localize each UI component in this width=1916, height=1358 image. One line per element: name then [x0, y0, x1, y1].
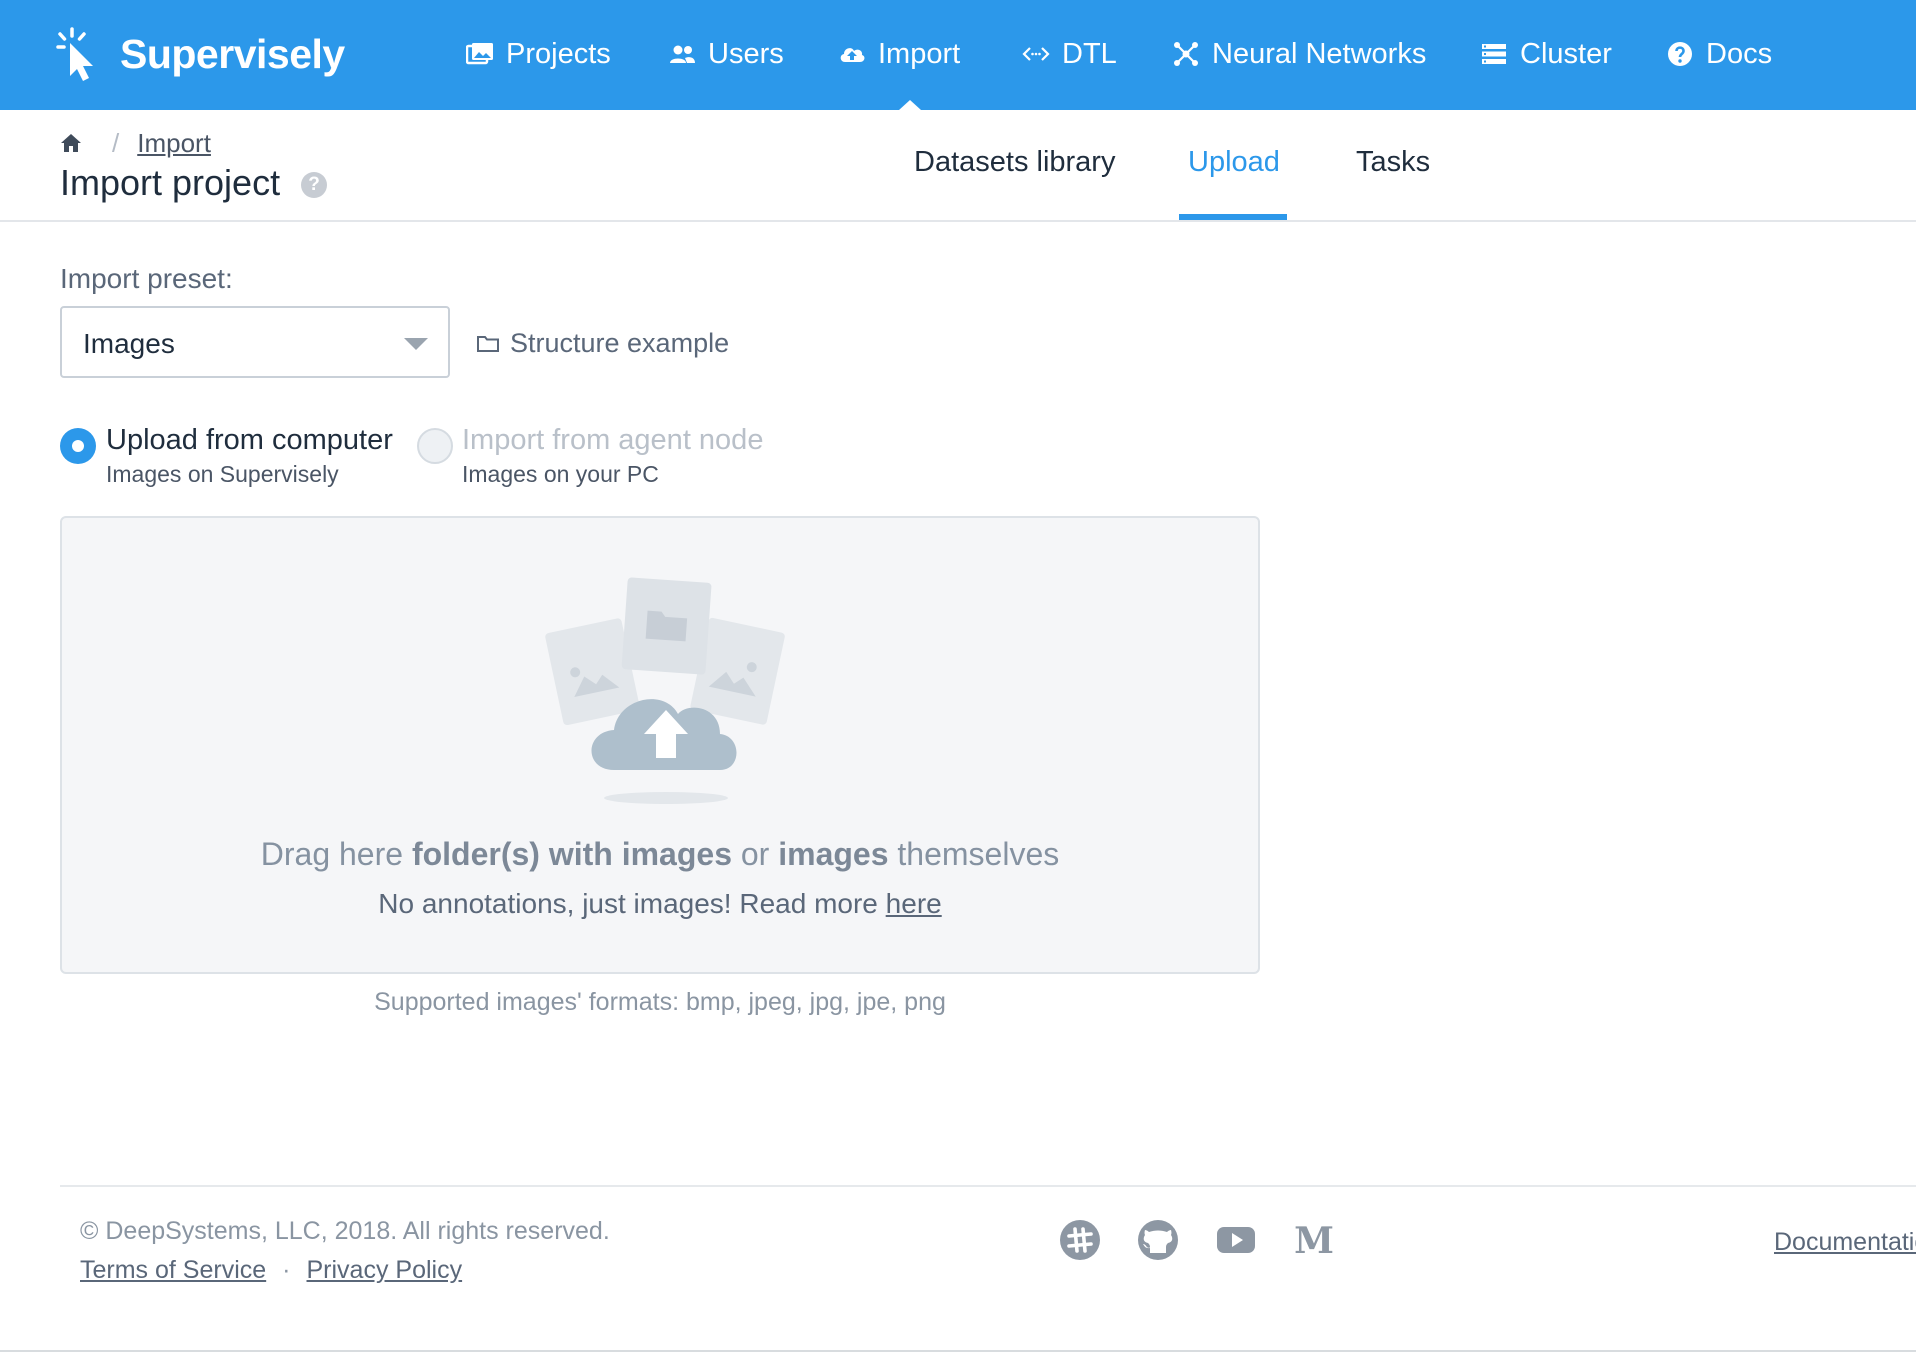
structure-example-link[interactable]: Structure example [476, 328, 729, 359]
svg-text:M: M [1294, 1220, 1334, 1262]
nav-projects[interactable]: Projects [466, 30, 611, 78]
terms-of-service-link[interactable]: Terms of Service [80, 1256, 266, 1285]
network-icon [1174, 42, 1198, 66]
supported-formats-text: Supported images' formats: bmp, jpeg, jp… [374, 988, 946, 1016]
nav-projects-label: Projects [506, 37, 611, 70]
cursor-burst-logo-icon [56, 27, 93, 81]
nav-neural-networks[interactable]: Neural Networks [1172, 30, 1426, 78]
nav-users-label: Users [708, 37, 784, 70]
nav-active-indicator [899, 100, 921, 110]
cloud-upload-icon [840, 48, 865, 62]
dropzone-instructions: Drag here folder(s) with images or image… [260, 836, 1060, 872]
nav-users[interactable]: Users [668, 30, 784, 78]
cloud-upload-illustration-icon [545, 577, 785, 804]
brand-name: Supervisely [120, 30, 345, 77]
structure-example-label: Structure example [510, 328, 730, 358]
code-icon [1022, 47, 1050, 61]
tab-datasets-library[interactable]: Datasets library [914, 146, 1115, 179]
import-from-agent-radio[interactable] [417, 428, 453, 464]
header-divider [0, 220, 1916, 222]
github-link[interactable] [1136, 1218, 1180, 1262]
nav-cluster-label: Cluster [1520, 37, 1612, 70]
slack-link[interactable] [1058, 1218, 1102, 1262]
server-list-icon [1482, 44, 1506, 64]
brand-logo[interactable]: Supervisely [56, 24, 345, 84]
question-circle-icon [1668, 42, 1692, 66]
breadcrumb-import-link[interactable]: Import [137, 128, 211, 159]
top-navbar: Supervisely Projects Users Import DTL Ne… [0, 0, 1916, 110]
footer-separator: · [282, 1256, 291, 1284]
youtube-icon [1217, 1227, 1255, 1253]
import-preset-value: Images [83, 328, 175, 359]
nav-import-label: Import [878, 37, 961, 70]
import-from-agent-title[interactable]: Import from agent node [462, 424, 763, 457]
medium-icon: M [1294, 1220, 1334, 1262]
breadcrumb: / Import [60, 128, 211, 158]
medium-link[interactable]: M [1292, 1218, 1336, 1262]
users-icon [670, 45, 695, 63]
nav-dtl-label: DTL [1062, 37, 1117, 70]
copyright-text: © DeepSystems, LLC, 2018. All rights res… [80, 1217, 610, 1245]
upload-from-computer-radio[interactable] [60, 428, 96, 464]
nav-docs[interactable]: Docs [1666, 30, 1772, 78]
import-from-agent-subtitle: Images on your PC [462, 461, 659, 487]
nav-cluster[interactable]: Cluster [1480, 30, 1612, 78]
upload-dropzone[interactable]: Drag here folder(s) with images or image… [60, 516, 1260, 974]
dropzone-note: No annotations, just images! Read more h… [378, 888, 942, 919]
nav-docs-label: Docs [1706, 37, 1773, 70]
home-icon[interactable] [60, 132, 82, 154]
youtube-link[interactable] [1214, 1218, 1258, 1262]
nav-neural-networks-label: Neural Networks [1212, 37, 1427, 70]
import-preset-select[interactable]: Images [60, 306, 450, 378]
import-preset-label: Import preset: [60, 263, 233, 294]
footer-documentation-link[interactable]: Documentation [1774, 1228, 1916, 1257]
github-icon [1138, 1220, 1178, 1260]
privacy-policy-link[interactable]: Privacy Policy [307, 1256, 463, 1285]
page-title: Import project [60, 162, 281, 203]
footer-legal-links: Terms of Service · Privacy Policy [80, 1256, 462, 1285]
folder-icon [477, 335, 499, 352]
nav-import[interactable]: Import [838, 30, 960, 78]
tab-tasks[interactable]: Tasks [1356, 146, 1430, 179]
read-more-link[interactable]: here [886, 888, 942, 919]
nav-dtl[interactable]: DTL [1022, 30, 1117, 78]
slack-icon [1060, 1220, 1100, 1260]
upload-from-computer-title[interactable]: Upload from computer [106, 424, 393, 457]
upload-from-computer-subtitle: Images on Supervisely [106, 461, 339, 487]
chevron-down-icon [404, 338, 428, 350]
images-icon [466, 43, 493, 65]
page-bottom-border [0, 1350, 1916, 1352]
tab-upload[interactable]: Upload [1188, 146, 1280, 179]
breadcrumb-separator: / [112, 127, 120, 158]
footer-divider [60, 1185, 1916, 1187]
help-icon[interactable]: ? [301, 172, 327, 198]
